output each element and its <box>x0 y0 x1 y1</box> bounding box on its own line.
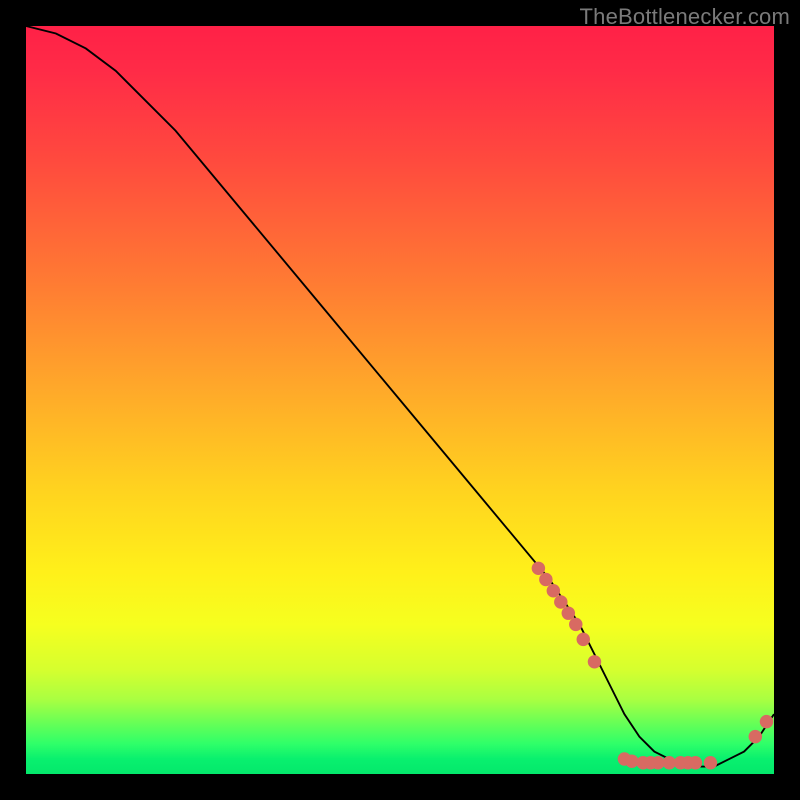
curve-marker <box>689 756 702 769</box>
chart-stage: TheBottlenecker.com <box>0 0 800 800</box>
curve-marker <box>577 633 590 646</box>
bottleneck-curve <box>26 26 774 767</box>
curve-marker <box>760 715 773 728</box>
curve-svg <box>26 26 774 774</box>
curve-marker <box>749 730 762 743</box>
curve-marker <box>588 655 601 668</box>
curve-marker <box>554 595 567 608</box>
curve-marker <box>704 756 717 769</box>
curve-marker <box>562 606 575 619</box>
curve-marker <box>569 618 582 631</box>
marker-group <box>532 562 774 770</box>
curve-marker <box>547 584 560 597</box>
curve-marker <box>532 562 545 575</box>
attribution-text: TheBottlenecker.com <box>580 4 790 30</box>
curve-marker <box>539 573 552 586</box>
plot-area <box>26 26 774 774</box>
